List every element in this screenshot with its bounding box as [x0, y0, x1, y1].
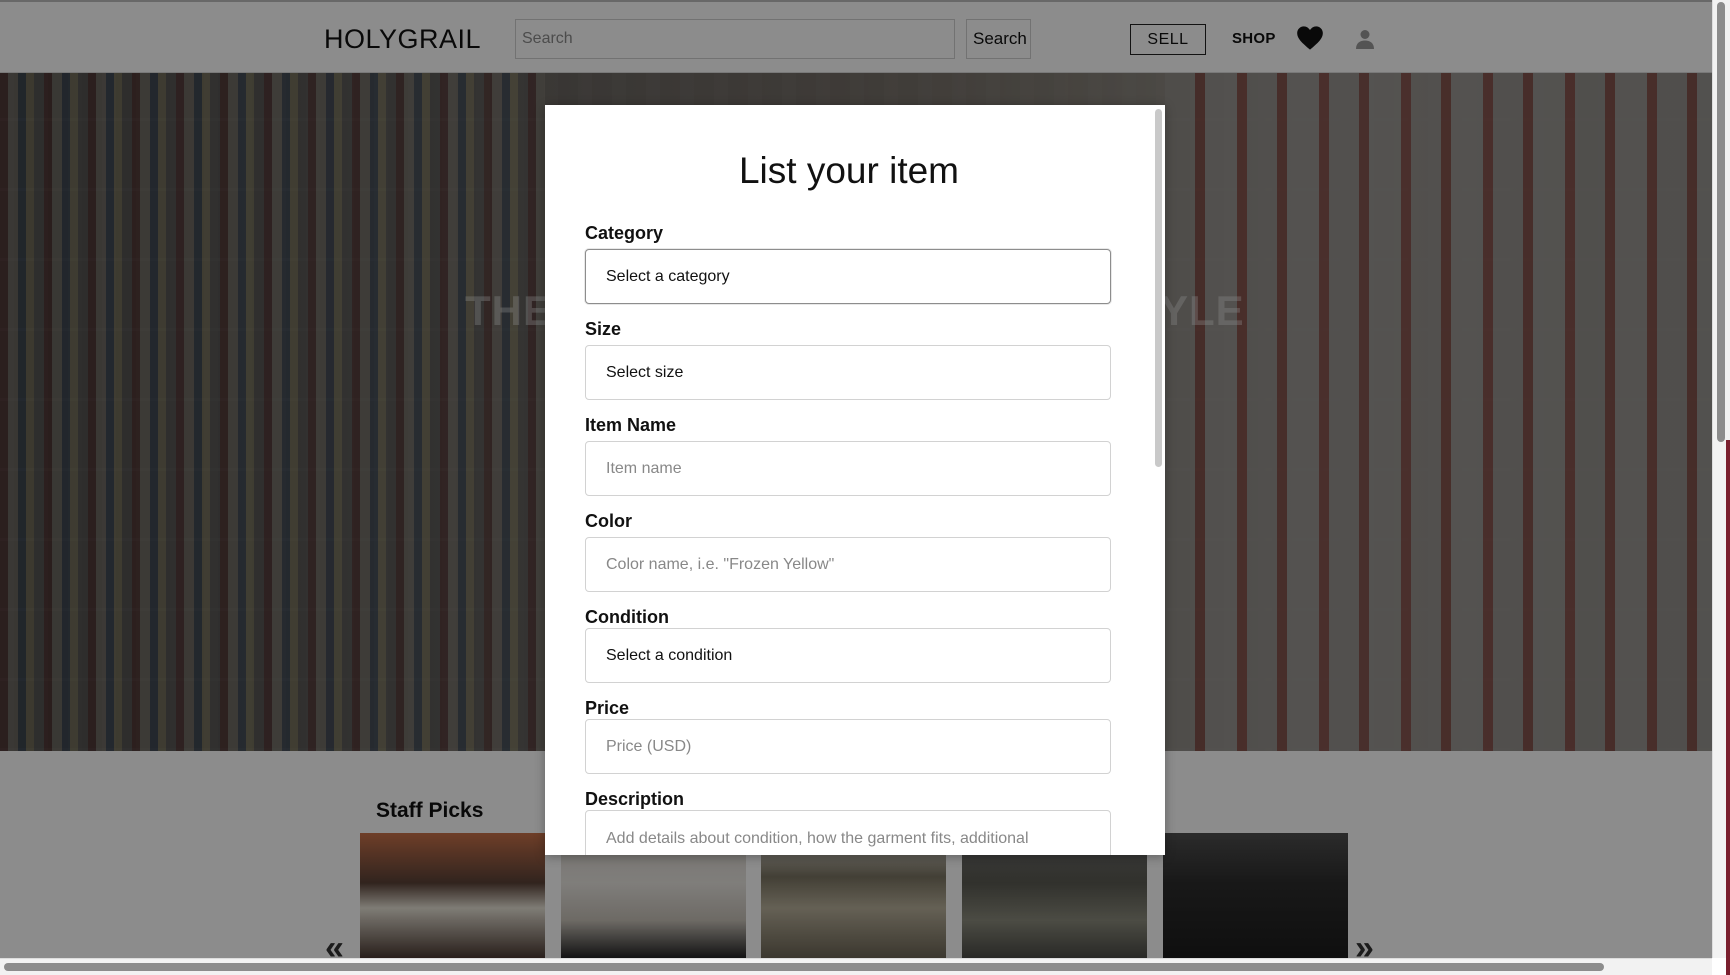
price-input[interactable] [585, 719, 1111, 774]
window-edge [1726, 440, 1730, 975]
modal-title: List your item [738, 150, 959, 191]
item-name-input[interactable] [585, 441, 1111, 496]
description-textarea[interactable] [585, 810, 1111, 855]
price-label: Price [585, 698, 630, 718]
description-label: Description [585, 789, 685, 809]
size-label: Size [585, 319, 622, 339]
modal-scrollbar[interactable] [1155, 109, 1162, 467]
size-select[interactable]: Select size [585, 345, 1111, 400]
category-select[interactable]: Select a category [585, 249, 1111, 304]
item-name-label: Item Name [585, 415, 677, 435]
horizontal-scroll-thumb[interactable] [4, 963, 1604, 971]
color-label: Color [585, 511, 632, 531]
condition-label: Condition [585, 607, 669, 627]
page-horizontal-scrollbar[interactable] [0, 958, 1712, 975]
color-input[interactable] [585, 537, 1111, 592]
vertical-scroll-thumb[interactable] [1717, 2, 1725, 442]
list-item-modal: List your item Category Select a categor… [545, 105, 1165, 855]
condition-select[interactable]: Select a condition [585, 628, 1111, 683]
category-label: Category [585, 223, 664, 243]
page: HOLYGRAIL Search SELL SHOP THE YLE Staff… [0, 0, 1712, 958]
